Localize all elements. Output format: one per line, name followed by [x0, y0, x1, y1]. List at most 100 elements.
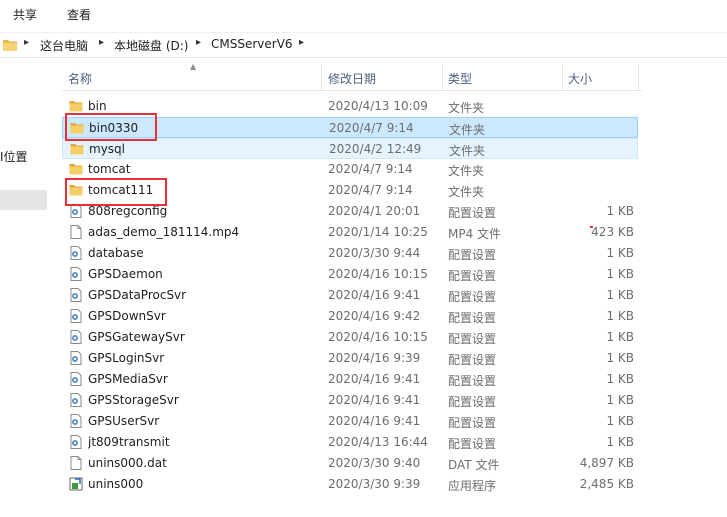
file-type: MP4 文件	[448, 227, 502, 241]
config-file-icon	[69, 372, 83, 386]
file-size: 1 KB	[606, 372, 634, 386]
file-date: 2020/4/16 10:15	[328, 267, 428, 281]
file-name: bin	[88, 99, 107, 113]
file-row[interactable]: GPSDataProcSvr 2020/4/16 9:41 配置设置 1 KB	[62, 285, 638, 306]
file-size: 2,485 KB	[579, 477, 634, 491]
breadcrumb-cmsserverv6[interactable]: CMSServerV6	[211, 37, 293, 51]
file-name: GPSStorageSvr	[88, 393, 179, 407]
file-size: 1 KB	[606, 267, 634, 281]
file-size: 1 KB	[606, 393, 634, 407]
file-date: 2020/3/30 9:44	[328, 246, 421, 260]
ribbon: 共享 查看	[0, 0, 727, 28]
column-divider[interactable]	[638, 64, 639, 90]
file-type: 配置设置	[448, 416, 497, 430]
file-size: 1 KB	[606, 204, 634, 218]
file-row[interactable]: unins000 2020/3/30 9:39 应用程序 2,485 KB	[62, 474, 638, 495]
file-type: 文件夹	[449, 123, 486, 137]
tab-share[interactable]: 共享	[13, 6, 37, 23]
annotation-mark	[590, 226, 593, 228]
file-type: 配置设置	[448, 374, 497, 388]
file-type: 配置设置	[448, 311, 497, 325]
file-size: 1 KB	[606, 435, 634, 449]
config-file-icon	[69, 309, 83, 323]
file-type: 配置设置	[448, 395, 497, 409]
file-type: 配置设置	[448, 437, 497, 451]
file-date: 2020/4/16 9:42	[328, 309, 421, 323]
breadcrumb-local-disk[interactable]: 本地磁盘 (D:)	[114, 37, 188, 54]
file-row[interactable]: GPSStorageSvr 2020/4/16 9:41 配置设置 1 KB	[62, 390, 638, 411]
folder-icon	[69, 162, 83, 176]
column-date[interactable]: 修改日期	[328, 70, 376, 87]
file-name: adas_demo_181114.mp4	[88, 225, 240, 239]
sort-ascending-icon: ▲	[190, 62, 197, 71]
file-date: 2020/4/16 9:41	[328, 393, 421, 407]
file-type: 应用程序	[448, 479, 497, 493]
file-name: tomcat	[88, 162, 131, 176]
file-type: 文件夹	[448, 101, 485, 115]
column-divider[interactable]	[562, 64, 563, 90]
tab-view[interactable]: 查看	[67, 6, 91, 23]
chevron-right-icon[interactable]: ▸	[99, 37, 104, 48]
file-size: 4,897 KB	[579, 456, 634, 470]
config-file-icon	[69, 414, 83, 428]
file-row[interactable]: GPSLoginSvr 2020/4/16 9:39 配置设置 1 KB	[62, 348, 638, 369]
config-file-icon	[69, 351, 83, 365]
file-date: 2020/3/30 9:40	[328, 456, 421, 470]
file-size: 1 KB	[606, 414, 634, 428]
file-size: 1 KB	[606, 330, 634, 344]
file-name: GPSUserSvr	[88, 414, 160, 428]
file-date: 2020/1/14 10:25	[328, 225, 428, 239]
file-row[interactable]: database 2020/3/30 9:44 配置设置 1 KB	[62, 243, 638, 264]
column-divider[interactable]	[321, 64, 322, 90]
config-file-icon	[69, 204, 83, 218]
breadcrumb-this-pc[interactable]: 这台电脑	[40, 37, 88, 54]
file-row[interactable]: mysql 2020/4/2 12:49 文件夹	[62, 138, 638, 159]
file-name: GPSDataProcSvr	[88, 288, 187, 302]
file-name: unins000.dat	[88, 456, 167, 470]
file-type: 文件夹	[448, 164, 485, 178]
file-date: 2020/3/30 9:39	[328, 477, 421, 491]
file-date: 2020/4/2 12:49	[329, 142, 422, 156]
config-file-icon	[69, 435, 83, 449]
file-name: jt809transmit	[88, 435, 170, 449]
chevron-right-icon[interactable]: ▸	[299, 37, 304, 48]
app-icon	[69, 477, 83, 491]
file-row[interactable]: GPSMediaSvr 2020/4/16 9:41 配置设置 1 KB	[62, 369, 638, 390]
file-date: 2020/4/16 9:41	[328, 372, 421, 386]
file-row[interactable]: tomcat 2020/4/7 9:14 文件夹	[62, 159, 638, 180]
file-name: 808regconfig	[88, 204, 168, 218]
file-row[interactable]: unins000.dat 2020/3/30 9:40 DAT 文件 4,897 KB	[62, 453, 638, 474]
file-row[interactable]: jt809transmit 2020/4/13 16:44 配置设置 1 KB	[62, 432, 638, 453]
config-file-icon	[69, 393, 83, 407]
file-name: mysql	[89, 142, 125, 156]
nav-item-location[interactable]: I位置	[0, 148, 28, 165]
file-row[interactable]: GPSUserSvr 2020/4/16 9:41 配置设置 1 KB	[62, 411, 638, 432]
annotation-box-bin0330	[65, 113, 157, 141]
file-row[interactable]: GPSDaemon 2020/4/16 10:15 配置设置 1 KB	[62, 264, 638, 285]
annotation-box-tomcat111	[65, 178, 167, 206]
address-bar[interactable]: ▸ 这台电脑 ▸ 本地磁盘 (D:) ▸ CMSServerV6 ▸	[0, 32, 727, 58]
file-name: GPSLoginSvr	[88, 351, 165, 365]
navigation-pane: I位置	[0, 60, 50, 517]
file-date: 2020/4/16 9:39	[328, 351, 421, 365]
config-file-icon	[69, 330, 83, 344]
file-row[interactable]: adas_demo_181114.mp4 2020/1/14 10:25 MP4 文…	[62, 222, 638, 243]
file-date: 2020/4/16 9:41	[328, 414, 421, 428]
column-size[interactable]: 大小	[568, 70, 592, 87]
column-type[interactable]: 类型	[448, 70, 472, 87]
column-name[interactable]: 名称	[68, 70, 92, 87]
nav-item-selected[interactable]	[0, 190, 47, 210]
file-type: 配置设置	[448, 290, 497, 304]
column-divider[interactable]	[442, 64, 443, 90]
file-name: GPSGatewaySvr	[88, 330, 185, 344]
file-type: 配置设置	[448, 332, 497, 346]
file-row[interactable]: GPSGatewaySvr 2020/4/16 10:15 配置设置 1 KB	[62, 327, 638, 348]
folder-icon	[70, 142, 84, 156]
file-size: 1 KB	[606, 288, 634, 302]
file-row[interactable]: GPSDownSvr 2020/4/16 9:42 配置设置 1 KB	[62, 306, 638, 327]
chevron-right-icon[interactable]: ▸	[196, 37, 201, 48]
file-name: GPSMediaSvr	[88, 372, 168, 386]
file-type: 文件夹	[448, 185, 485, 199]
file-size: 1 KB	[606, 351, 634, 365]
chevron-right-icon[interactable]: ▸	[24, 37, 29, 48]
